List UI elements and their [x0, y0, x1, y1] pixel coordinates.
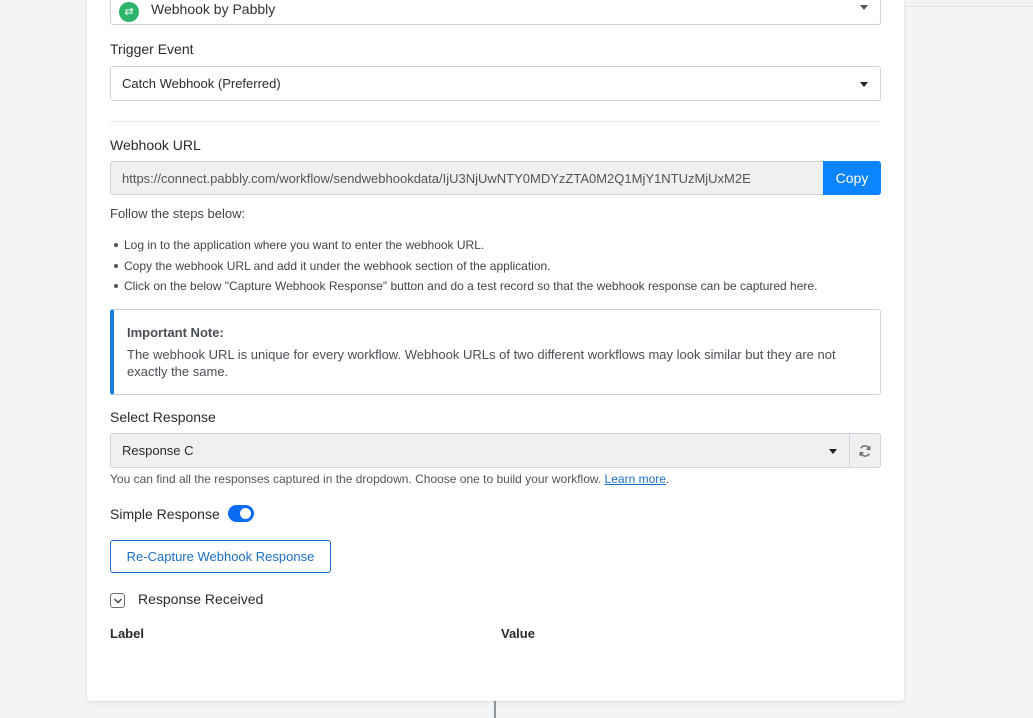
- list-item: Click on the below "Capture Webhook Resp…: [114, 278, 818, 299]
- list-item: Copy the webhook URL and add it under th…: [114, 258, 817, 279]
- response-received-label: Response Received: [138, 591, 264, 607]
- bullet-icon: [114, 284, 118, 288]
- toggle-knob: [240, 508, 251, 519]
- chevron-down-icon: [860, 82, 868, 87]
- webhook-url-label: Webhook URL: [110, 137, 201, 153]
- simple-response-toggle[interactable]: [228, 505, 254, 522]
- app-select[interactable]: ⇄ Webhook by Pabbly: [110, 0, 881, 25]
- chevron-down-icon: [829, 449, 837, 454]
- response-select-value: Response C: [122, 443, 194, 458]
- select-response-label: Select Response: [110, 409, 216, 425]
- trigger-event-select[interactable]: Catch Webhook (Preferred): [110, 66, 881, 101]
- important-note: Important Note: The webhook URL is uniqu…: [110, 309, 881, 395]
- steps-intro: Follow the steps below:: [110, 206, 246, 221]
- response-select[interactable]: Response C: [110, 433, 850, 468]
- note-body: The webhook URL is unique for every work…: [127, 347, 836, 379]
- step-text: Copy the webhook URL and add it under th…: [124, 258, 551, 273]
- steps-list: Log in to the application where you want…: [114, 237, 818, 299]
- chevron-down-icon: [113, 598, 123, 604]
- refresh-responses-button[interactable]: [849, 433, 881, 468]
- recapture-webhook-button[interactable]: Re-Capture Webhook Response: [110, 540, 331, 573]
- canvas-divider: [905, 6, 1033, 7]
- webhook-url-group: https://connect.pabbly.com/workflow/send…: [110, 161, 881, 195]
- trigger-event-label: Trigger Event: [110, 41, 194, 57]
- table-header-value: Value: [501, 626, 535, 641]
- list-item: Log in to the application where you want…: [114, 237, 817, 258]
- refresh-icon: [859, 445, 871, 457]
- webhook-url-value: https://connect.pabbly.com/workflow/send…: [122, 171, 751, 186]
- step-text: Click on the below "Capture Webhook Resp…: [124, 279, 818, 293]
- help-suffix: .: [665, 472, 670, 486]
- step-text: Log in to the application where you want…: [124, 238, 485, 252]
- chevron-down-icon: [860, 5, 868, 10]
- help-text: You can find all the responses captured …: [110, 472, 602, 486]
- response-help-text: You can find all the responses captured …: [110, 472, 669, 486]
- section-divider: [110, 121, 881, 122]
- learn-more-link[interactable]: Learn more: [605, 472, 666, 486]
- copy-button[interactable]: Copy: [823, 161, 881, 195]
- table-header-label: Label: [110, 626, 144, 641]
- bullet-icon: [114, 263, 118, 268]
- simple-response-label: Simple Response: [110, 506, 220, 522]
- app-select-value: Webhook by Pabbly: [151, 1, 276, 17]
- canvas-background: [905, 0, 1033, 718]
- trigger-event-value: Catch Webhook (Preferred): [122, 76, 281, 91]
- workflow-connector: [494, 701, 496, 718]
- response-received-checkbox[interactable]: [110, 593, 125, 608]
- webhook-app-icon: ⇄: [119, 2, 139, 22]
- bullet-icon: [114, 243, 118, 247]
- webhook-url-field[interactable]: https://connect.pabbly.com/workflow/send…: [110, 161, 823, 195]
- note-title: Important Note:: [127, 325, 224, 340]
